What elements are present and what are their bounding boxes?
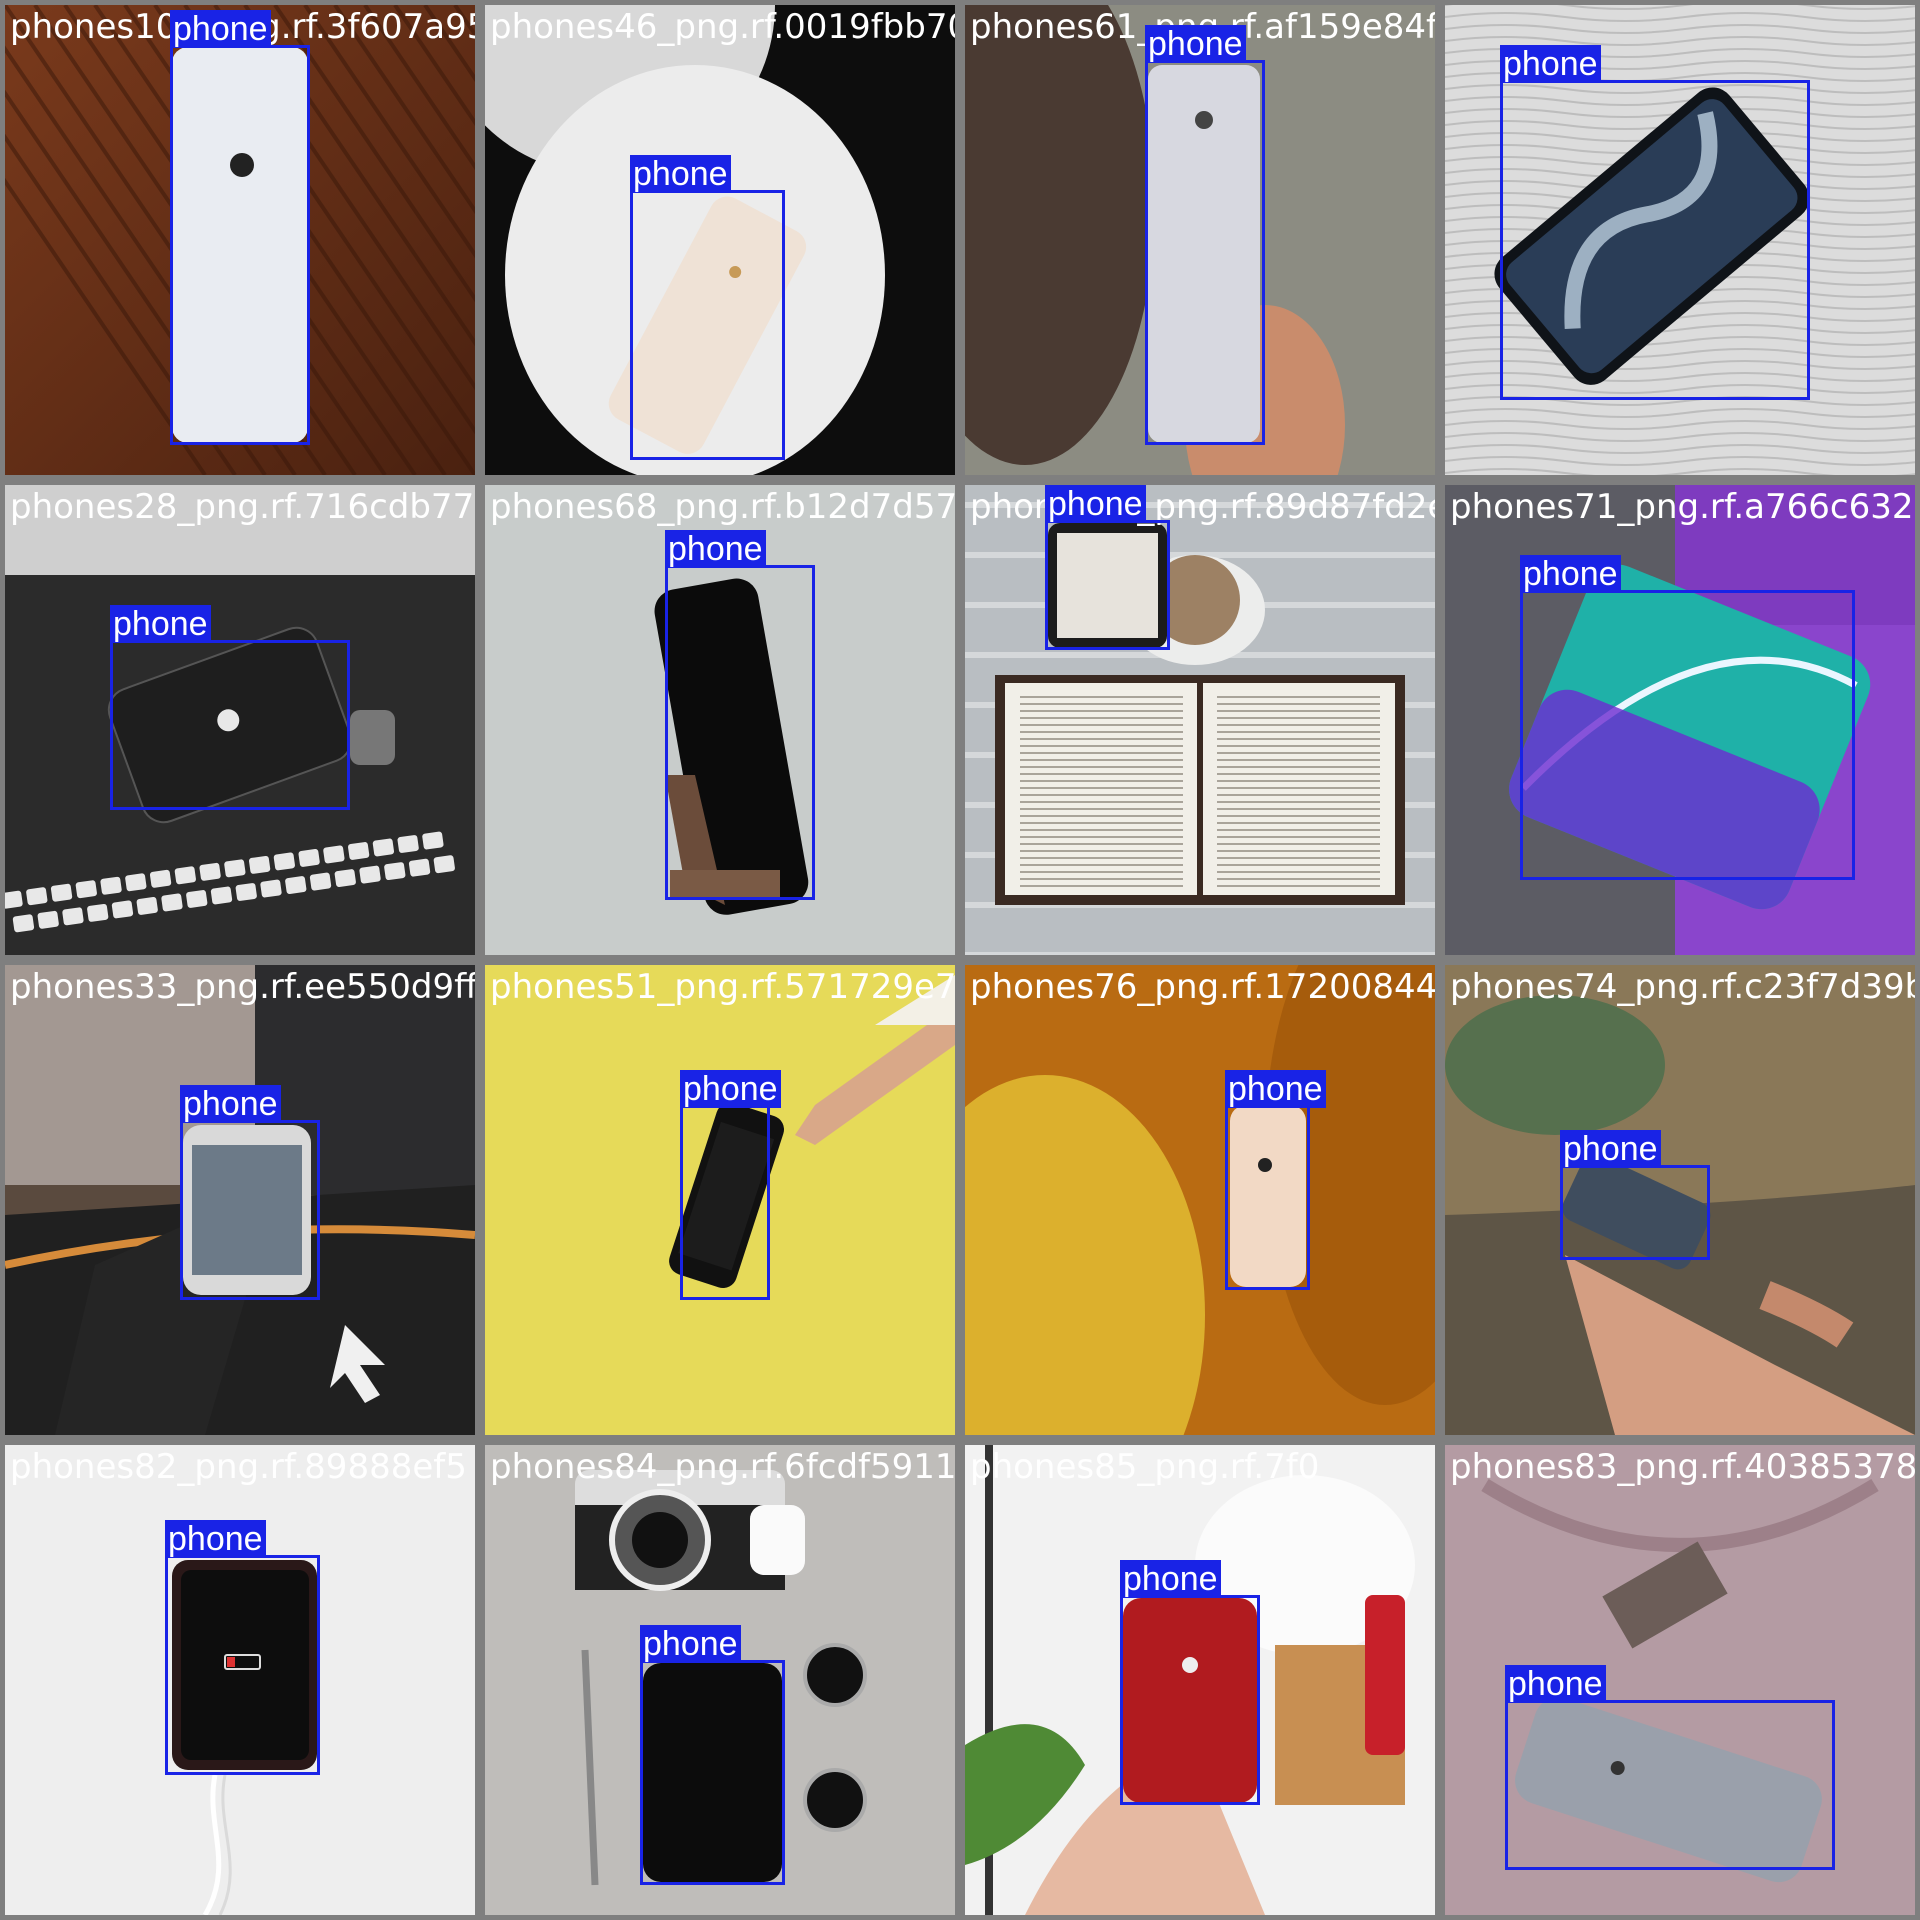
image-tile: phones84_png.rf.6fcdf591173phone	[485, 1445, 955, 1915]
bounding-box: phone	[1520, 555, 1855, 880]
class-label: phone	[170, 10, 271, 48]
class-label: phone	[180, 1085, 281, 1123]
filename-label: phones46_png.rf.0019fbb703	[490, 7, 955, 47]
bounding-box: phone	[165, 1520, 320, 1775]
filename-label: phones74_png.rf.c23f7d39b	[1450, 967, 1915, 1007]
filename-label: phones85_png.rf.7f0	[970, 1447, 1320, 1487]
class-label: phone	[1500, 45, 1601, 83]
image-tile: phones51_png.rf.571729e705phone	[485, 965, 955, 1435]
bounding-box: phone	[640, 1625, 785, 1885]
bounding-box: phone	[680, 1070, 781, 1300]
bounding-box: phone	[1500, 45, 1810, 400]
filename-label: phones84_png.rf.6fcdf591173	[490, 1447, 955, 1487]
class-label: phone	[640, 1625, 741, 1663]
bounding-box: phone	[1225, 1070, 1326, 1290]
image-tile: phones77_png.rf.89d87fd2e2 phone	[965, 485, 1435, 955]
class-label: phone	[630, 155, 731, 193]
class-label: phone	[1505, 1665, 1606, 1703]
bounding-box: phone	[170, 10, 310, 445]
filename-label: phones77_png.rf.89d87fd2e2	[970, 487, 1435, 527]
image-tile: phones83_png.rf.403853782cphone	[1445, 1445, 1915, 1915]
detection-mosaic: phones105_png.rf.3f607a95fphone phones46…	[0, 0, 1920, 1920]
class-label: phone	[680, 1070, 781, 1108]
bounding-box: phone	[1145, 25, 1265, 445]
bounding-box: phone	[630, 155, 785, 460]
class-label: phone	[1145, 25, 1246, 63]
class-label: phone	[1120, 1560, 1221, 1598]
image-tile: phone	[1445, 5, 1915, 475]
filename-label: phones76_png.rf.17200844	[970, 967, 1435, 1007]
image-tile: phones105_png.rf.3f607a95fphone	[5, 5, 475, 475]
filename-label: phones51_png.rf.571729e705	[490, 967, 955, 1007]
image-tile: phones82_png.rf.89888ef5phone	[5, 1445, 475, 1915]
filename-label: phones33_png.rf.ee550d9ff8	[10, 967, 475, 1007]
image-tile: phones61_png.rf.af159e84fphone	[965, 5, 1435, 475]
image-tile: phones33_png.rf.ee550d9ff8phone	[5, 965, 475, 1435]
bounding-box: phone	[180, 1085, 320, 1300]
class-label: phone	[1560, 1130, 1661, 1168]
image-tile: phones85_png.rf.7f0phone	[965, 1445, 1435, 1915]
image-tile: phones74_png.rf.c23f7d39bphone	[1445, 965, 1915, 1435]
class-label: phone	[165, 1520, 266, 1558]
bounding-box: phone	[1560, 1130, 1710, 1260]
bounding-box: phone	[110, 605, 350, 810]
bounding-box: phone	[665, 530, 815, 900]
photo	[965, 485, 1435, 955]
image-tile: phones28_png.rf.716cdb77bphone	[5, 485, 475, 955]
filename-label: phones28_png.rf.716cdb77b	[10, 487, 475, 527]
filename-label: phones68_png.rf.b12d7d57	[490, 487, 955, 527]
image-tile: phones68_png.rf.b12d7d57 phone	[485, 485, 955, 955]
bounding-box: phone	[1505, 1665, 1835, 1870]
class-label: phone	[1520, 555, 1621, 593]
class-label: phone	[110, 605, 211, 643]
filename-label: phones71_png.rf.a766c6322f	[1450, 487, 1915, 527]
class-label: phone	[1225, 1070, 1326, 1108]
photo	[965, 965, 1435, 1435]
class-label: phone	[665, 530, 766, 568]
bounding-box: phone	[1120, 1560, 1260, 1805]
image-tile: phones46_png.rf.0019fbb703phone	[485, 5, 955, 475]
filename-label: phones83_png.rf.403853782c	[1450, 1447, 1915, 1487]
image-tile: phones76_png.rf.17200844phone	[965, 965, 1435, 1435]
bounding-box: phone	[1045, 485, 1170, 650]
filename-label: phones82_png.rf.89888ef5	[10, 1447, 467, 1487]
image-tile: phones71_png.rf.a766c6322fphone	[1445, 485, 1915, 955]
class-label: phone	[1045, 485, 1146, 523]
